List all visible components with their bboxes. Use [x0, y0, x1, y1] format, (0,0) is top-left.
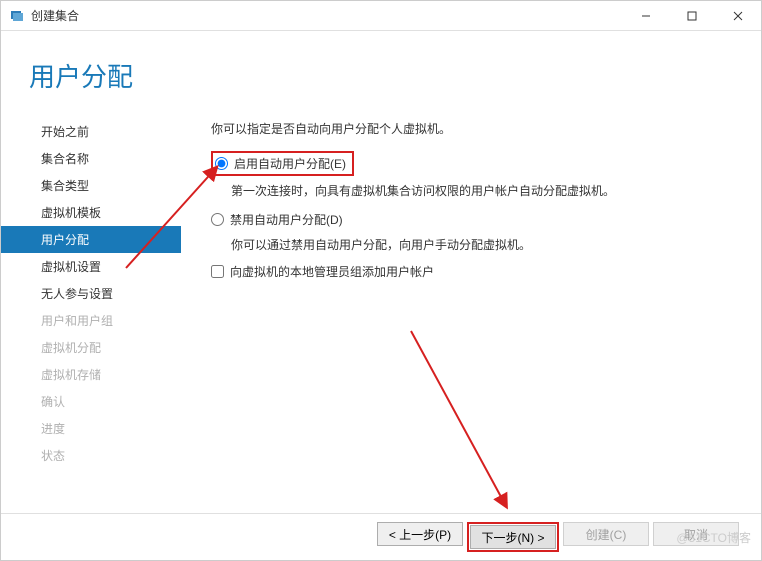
create-button: 创建(C)	[563, 522, 649, 546]
app-icon	[9, 8, 25, 24]
sidebar-item-7: 用户和用户组	[1, 307, 181, 334]
sidebar-item-1[interactable]: 集合名称	[1, 145, 181, 172]
enable-auto-assign-radio[interactable]	[215, 157, 228, 170]
page-header: 用户分配	[1, 31, 761, 112]
sidebar-item-3[interactable]: 虚拟机模板	[1, 199, 181, 226]
sidebar-item-9: 虚拟机存储	[1, 361, 181, 388]
wizard-footer: < 上一步(P) 下一步(N) > 创建(C) 取消	[1, 513, 761, 560]
window-controls	[623, 1, 761, 31]
admin-checkbox[interactable]	[211, 265, 224, 278]
intro-text: 你可以指定是否自动向用户分配个人虚拟机。	[211, 120, 741, 137]
sidebar-item-4[interactable]: 用户分配	[1, 226, 181, 253]
admin-checkbox-row: 向虚拟机的本地管理员组添加用户帐户	[211, 263, 741, 280]
sidebar-item-10: 确认	[1, 388, 181, 415]
sidebar-item-5[interactable]: 虚拟机设置	[1, 253, 181, 280]
enable-auto-assign-label: 启用自动用户分配(E)	[234, 155, 346, 172]
sidebar-item-0[interactable]: 开始之前	[1, 118, 181, 145]
next-button-highlight: 下一步(N) >	[467, 522, 559, 552]
window-title: 创建集合	[31, 7, 623, 24]
enable-desc: 第一次连接时，向具有虚拟机集合访问权限的用户帐户自动分配虚拟机。	[211, 182, 741, 199]
enable-radio-highlight: 启用自动用户分配(E)	[211, 151, 354, 176]
sidebar-item-12: 状态	[1, 442, 181, 469]
previous-button[interactable]: < 上一步(P)	[377, 522, 463, 546]
maximize-button[interactable]	[669, 1, 715, 31]
wizard-sidebar: 开始之前集合名称集合类型虚拟机模板用户分配虚拟机设置无人参与设置用户和用户组虚拟…	[1, 112, 181, 532]
form-panel: 你可以指定是否自动向用户分配个人虚拟机。 启用自动用户分配(E) 第一次连接时，…	[181, 112, 761, 532]
sidebar-item-11: 进度	[1, 415, 181, 442]
disable-auto-assign-label: 禁用自动用户分配(D)	[230, 211, 343, 228]
sidebar-item-2[interactable]: 集合类型	[1, 172, 181, 199]
watermark: @51CTO博客	[676, 529, 751, 546]
close-button[interactable]	[715, 1, 761, 31]
title-bar: 创建集合	[1, 1, 761, 31]
minimize-button[interactable]	[623, 1, 669, 31]
content-area: 开始之前集合名称集合类型虚拟机模板用户分配虚拟机设置无人参与设置用户和用户组虚拟…	[1, 112, 761, 532]
disable-desc: 你可以通过禁用自动用户分配，向用户手动分配虚拟机。	[211, 236, 741, 253]
disable-auto-assign-radio[interactable]	[211, 213, 224, 226]
sidebar-item-8: 虚拟机分配	[1, 334, 181, 361]
admin-checkbox-label: 向虚拟机的本地管理员组添加用户帐户	[230, 263, 434, 280]
page-title: 用户分配	[29, 57, 761, 94]
next-button[interactable]: 下一步(N) >	[470, 525, 556, 549]
disable-radio-row: 禁用自动用户分配(D)	[211, 209, 741, 230]
sidebar-item-6[interactable]: 无人参与设置	[1, 280, 181, 307]
